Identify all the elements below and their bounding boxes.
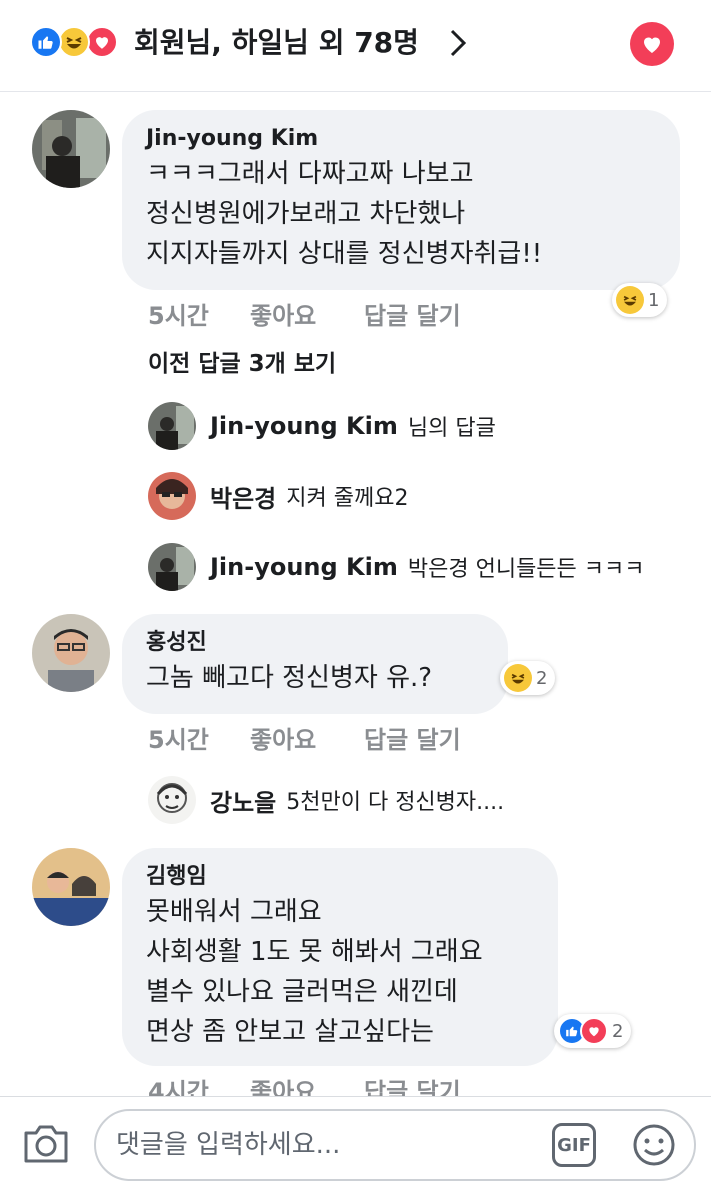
reactions-header[interactable]: 회원님, 하일님 외 78명 — [0, 0, 711, 92]
haha-reaction-icon — [616, 286, 644, 314]
comment-bubble[interactable]: 홍성진 그놈 빼고다 정신병자 유.? — [122, 614, 508, 714]
comment-time: 5시간 — [148, 726, 209, 754]
comment-time: 4시간 — [148, 1078, 209, 1096]
avatar[interactable] — [32, 614, 110, 692]
comment-text: ㅋㅋㅋ그래서 다짜고짜 나보고 정신병원에가보래고 차단했나 지지자들까지 상대… — [146, 159, 543, 269]
comment-meta: 4시간 좋아요 답글 달기 — [148, 1072, 461, 1096]
reaction-count: 1 — [648, 289, 660, 311]
comment-input-container[interactable]: GIF — [94, 1109, 696, 1181]
comment-bubble[interactable]: 김행임 못배워서 그래요 사회생활 1도 못 해봐서 그래요 별수 있나요 글러… — [122, 848, 558, 1066]
like-link[interactable]: 좋아요 — [250, 1072, 364, 1096]
reply-author[interactable]: 박은경 — [210, 479, 276, 514]
avatar[interactable] — [148, 402, 196, 450]
like-link[interactable]: 좋아요 — [250, 720, 364, 755]
comment-time: 5시간 — [148, 302, 209, 330]
comment-meta: 5시간 좋아요 답글 달기 — [148, 720, 461, 755]
reply-link[interactable]: 답글 달기 — [364, 296, 461, 331]
reaction-count: 2 — [612, 1020, 624, 1042]
reply-text: 님의 답글 — [407, 416, 496, 441]
comment-composer: GIF — [0, 1096, 711, 1200]
reply-author[interactable]: 강노을 — [210, 783, 276, 818]
comment-reactions[interactable]: 2 — [500, 661, 556, 695]
avatar[interactable] — [148, 472, 196, 520]
comment-reactions[interactable]: 1 — [612, 283, 668, 317]
avatar[interactable] — [148, 543, 196, 591]
reactions-summary: 회원님, 하일님 외 78명 — [134, 26, 419, 59]
haha-reaction-icon — [58, 26, 90, 58]
comment-author[interactable]: 홍성진 — [146, 628, 484, 658]
view-previous-replies-link[interactable]: 이전 답글 3개 보기 — [148, 344, 336, 378]
gif-button[interactable]: GIF — [552, 1123, 596, 1167]
avatar[interactable] — [148, 776, 196, 824]
like-reaction-icon — [30, 26, 62, 58]
reaction-count: 2 — [536, 667, 548, 689]
reply-author[interactable]: Jin-young Kim — [210, 412, 398, 440]
love-button[interactable] — [630, 22, 674, 66]
reply-item[interactable]: Jin-young Kim 님의 답글 — [148, 402, 496, 450]
avatar[interactable] — [32, 848, 110, 926]
reply-link[interactable]: 답글 달기 — [364, 720, 461, 755]
comment-input[interactable] — [116, 1125, 536, 1165]
reply-item[interactable]: 강노을 5천만이 다 정신병자.... — [148, 776, 504, 824]
love-reaction-icon — [580, 1017, 608, 1045]
reply-item[interactable]: 박은경 지켜 줄께요2 — [148, 472, 408, 520]
reply-author[interactable]: Jin-young Kim — [210, 553, 398, 581]
reply-item[interactable]: Jin-young Kim 박은경 언니들든든 ㅋㅋㅋ — [148, 543, 645, 591]
like-link[interactable]: 좋아요 — [250, 296, 364, 331]
love-reaction-icon — [86, 26, 118, 58]
reply-text: 지켜 줄께요2 — [286, 486, 409, 511]
comment-bubble[interactable]: Jin-young Kim ㅋㅋㅋ그래서 다짜고짜 나보고 정신병원에가보래고 … — [122, 110, 680, 290]
reply-text: 5천만이 다 정신병자.... — [286, 790, 505, 815]
comment-reactions[interactable]: 2 — [554, 1014, 632, 1048]
reply-link[interactable]: 답글 달기 — [364, 1072, 461, 1096]
reply-text: 박은경 언니들든든 ㅋㅋㅋ — [407, 557, 645, 582]
haha-reaction-icon — [504, 664, 532, 692]
camera-icon[interactable] — [22, 1123, 70, 1169]
comment-author[interactable]: Jin-young Kim — [146, 124, 656, 154]
chevron-right-icon[interactable] — [448, 28, 468, 62]
comment-meta: 5시간 좋아요 답글 달기 — [148, 296, 461, 331]
comment-text: 못배워서 그래요 사회생활 1도 못 해봐서 그래요 별수 있나요 글러먹은 새… — [146, 897, 483, 1047]
emoji-icon[interactable] — [630, 1121, 678, 1173]
comment-author[interactable]: 김행임 — [146, 862, 534, 892]
avatar[interactable] — [32, 110, 110, 188]
comment-text: 그놈 빼고다 정신병자 유.? — [146, 663, 433, 693]
